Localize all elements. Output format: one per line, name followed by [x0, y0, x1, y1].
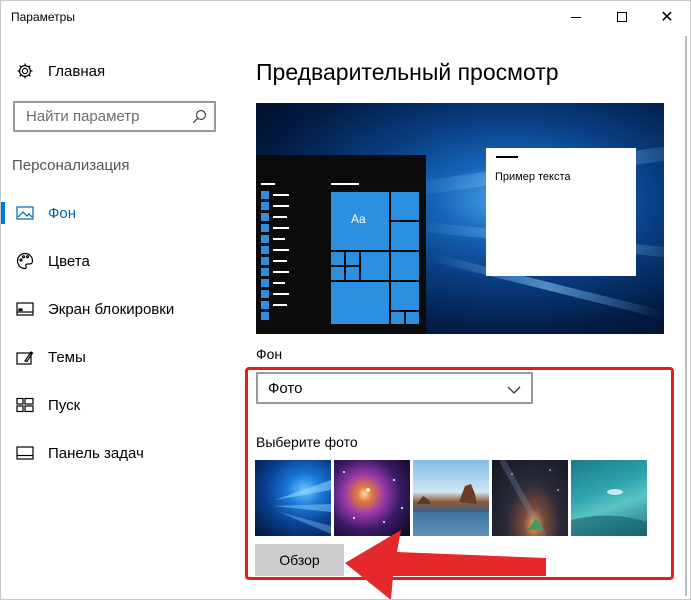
annotation-arrow-icon — [345, 530, 546, 599]
maximize-icon — [617, 12, 627, 22]
lock-screen-icon — [16, 300, 34, 318]
gear-icon — [16, 62, 34, 80]
menu-icon — [261, 290, 269, 298]
themes-icon — [16, 348, 34, 366]
nav-home-label: Главная — [48, 62, 106, 80]
sidebar-item-lock-screen[interactable]: Экран блокировки — [1, 294, 231, 324]
menu-line — [273, 194, 289, 196]
menu-line — [273, 238, 285, 240]
sidebar-item-label: Панель задач — [48, 444, 144, 462]
chevron-down-icon — [507, 382, 521, 394]
minimize-icon — [571, 16, 581, 18]
menu-icon — [261, 246, 269, 254]
close-icon: ✕ — [660, 7, 674, 26]
sidebar-item-background[interactable]: Фон — [1, 198, 231, 228]
menu-line — [273, 260, 287, 262]
menu-icon — [261, 191, 269, 199]
tile — [391, 192, 419, 220]
sample-accent — [496, 156, 518, 158]
background-type-dropdown[interactable]: Фото — [256, 372, 533, 404]
start-icon — [16, 396, 34, 414]
tile-large: Aa — [331, 192, 389, 250]
menu-icon — [261, 213, 269, 221]
tile — [346, 267, 359, 280]
nav-home[interactable]: Главная — [16, 59, 105, 83]
tile — [331, 252, 344, 265]
preview-sample-window: Пример текста — [486, 148, 636, 276]
sample-text: Пример текста — [495, 171, 571, 183]
menu-icon — [261, 279, 269, 287]
sidebar-item-start[interactable]: Пуск — [1, 390, 231, 420]
tile — [331, 282, 389, 324]
tile — [391, 282, 419, 310]
menu-icon — [261, 202, 269, 210]
sidebar-item-label: Цвета — [48, 252, 90, 270]
menu-line — [273, 271, 289, 273]
menu-line — [273, 282, 285, 284]
preview-tiles: Aa — [331, 192, 419, 324]
windows-hero-photo — [273, 480, 331, 534]
search-input[interactable]: Найти параметр — [13, 101, 216, 132]
search-placeholder: Найти параметр — [26, 108, 140, 125]
scrollbar-thumb[interactable] — [685, 36, 687, 596]
dropdown-value: Фото — [268, 380, 303, 397]
tile — [391, 252, 419, 280]
sidebar-item-themes[interactable]: Темы — [1, 342, 231, 372]
menu-icon — [261, 268, 269, 276]
underwater-photo — [571, 489, 647, 536]
sidebar-item-label: Темы — [48, 348, 86, 366]
sidebar-item-colors[interactable]: Цвета — [1, 246, 231, 276]
menu-line — [273, 227, 289, 229]
tile — [361, 252, 389, 280]
scrollbar[interactable] — [683, 36, 689, 596]
menu-line — [273, 249, 289, 251]
menu-line — [273, 293, 289, 295]
browse-button[interactable]: Обзор — [255, 544, 344, 576]
menu-icon — [261, 312, 269, 320]
active-indicator — [1, 202, 5, 224]
choose-photo-label: Выберите фото — [256, 434, 358, 450]
taskbar-icon — [16, 444, 34, 462]
background-label: Фон — [256, 346, 283, 362]
tile — [406, 312, 419, 324]
maximize-button[interactable] — [599, 1, 645, 33]
window-title: Параметры — [11, 10, 75, 24]
minimize-button[interactable] — [553, 1, 599, 33]
sidebar-item-label: Фон — [48, 204, 77, 222]
tile — [346, 252, 359, 265]
tile — [391, 312, 404, 324]
picture-icon — [16, 204, 34, 222]
menu-line — [273, 216, 287, 218]
sidebar-item-taskbar[interactable]: Панель задач — [1, 438, 231, 468]
title-bar[interactable]: Параметры ✕ — [1, 1, 690, 33]
tile — [331, 267, 344, 280]
menu-line — [273, 304, 287, 306]
photo-thumbnail-5[interactable] — [571, 460, 647, 536]
desktop-preview: Aa Пример текста — [256, 103, 664, 334]
tile — [391, 222, 419, 250]
sidebar-item-label: Экран блокировки — [48, 300, 175, 318]
menu-line — [273, 205, 289, 207]
browse-button-label: Обзор — [279, 552, 320, 568]
page-title: Предварительный просмотр — [256, 59, 559, 85]
settings-window: Параметры ✕ Главная Найти параметр Персо… — [0, 0, 691, 600]
preview-start-menu: Aa — [256, 155, 426, 334]
search-icon[interactable] — [192, 109, 207, 124]
tiles-header — [331, 183, 359, 185]
menu-icon — [261, 235, 269, 243]
close-button[interactable]: ✕ — [644, 1, 690, 33]
menu-line — [261, 183, 275, 185]
section-title: Персонализация — [12, 157, 130, 174]
sidebar-item-label: Пуск — [48, 396, 81, 414]
palette-icon — [16, 252, 34, 270]
tile-text: Aa — [351, 212, 366, 226]
menu-icon — [261, 224, 269, 232]
menu-icon — [261, 301, 269, 309]
menu-icon — [261, 257, 269, 265]
photo-thumbnail-1[interactable] — [255, 460, 331, 536]
